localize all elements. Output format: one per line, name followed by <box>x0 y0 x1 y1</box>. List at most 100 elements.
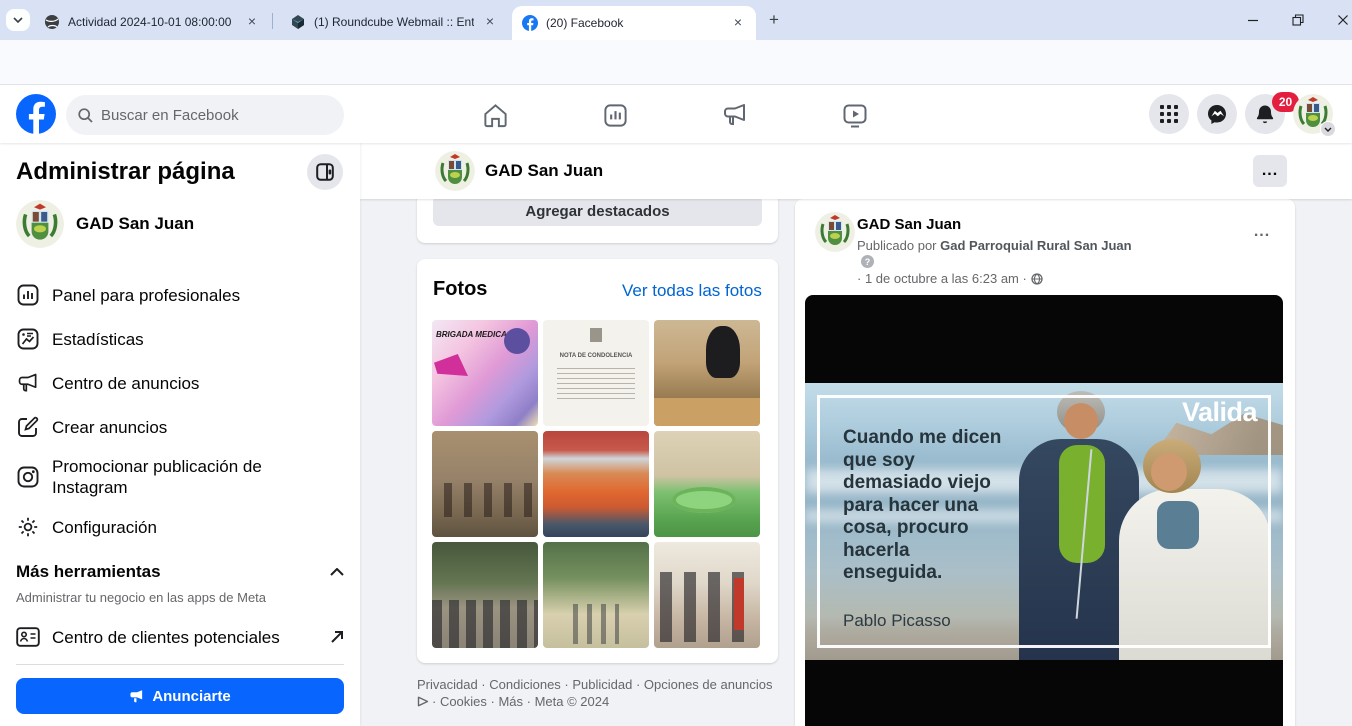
facebook-favicon <box>522 15 538 31</box>
post-more-button[interactable]: ... <box>1246 218 1278 246</box>
window-close-button[interactable] <box>1328 8 1352 32</box>
more-tools-title: Más herramientas <box>16 562 161 582</box>
photo-thumbnail-crowd-trees[interactable] <box>432 542 538 648</box>
browser-toolbar: facebook.com/profile.php?id=100068900902… <box>0 40 1352 85</box>
messenger-icon <box>1207 104 1227 124</box>
sidebar-item-label: Centro de clientes potenciales <box>52 627 280 648</box>
post-timestamp[interactable]: · 1 de octubre a las 6:23 am · <box>857 271 1043 286</box>
photo-text: BRIGADA MEDICA <box>436 330 507 339</box>
megaphone-icon <box>721 102 749 128</box>
sidebar-item-boost-instagram[interactable]: Promocionar publicación de Instagram <box>16 449 344 505</box>
facebook-logo[interactable] <box>16 94 56 134</box>
globe-privacy-icon <box>1031 273 1043 285</box>
bell-icon <box>1255 104 1275 125</box>
question-badge[interactable]: ? <box>861 255 874 268</box>
minimize-icon <box>1247 14 1259 26</box>
tab-roundcube[interactable]: (1) Roundcube Webmail :: Entra × <box>280 7 508 36</box>
photo-thumbnail-boat-life-jackets[interactable] <box>543 431 649 537</box>
collapse-sidebar-button[interactable] <box>307 154 343 190</box>
nav-insights-tab[interactable] <box>587 97 643 133</box>
facebook-search[interactable] <box>66 95 344 135</box>
nav-ads-tab[interactable] <box>707 97 763 133</box>
chevron-up-icon <box>330 568 344 576</box>
tab-actividad[interactable]: Actividad 2024-10-01 08:00:00 × <box>34 7 270 36</box>
insights-icon <box>16 327 40 351</box>
tab-close-icon[interactable]: × <box>482 14 498 30</box>
tab-facebook-active[interactable]: (20) Facebook × <box>512 6 756 40</box>
megaphone-icon <box>129 689 145 704</box>
tab-close-icon[interactable]: × <box>730 15 746 31</box>
globe-favicon <box>44 14 60 30</box>
footer-line2[interactable]: · Cookies · Más · Meta © 2024 <box>432 693 609 710</box>
window-minimize-button[interactable] <box>1238 8 1268 32</box>
footer-links: Privacidad · Condiciones · Publicidad · … <box>417 676 778 710</box>
bar-chart-icon <box>602 102 629 129</box>
nav-video-tab[interactable] <box>827 97 883 133</box>
quote-attribution: Pablo Picasso <box>843 611 951 631</box>
browser-window: Actividad 2024-10-01 08:00:00 × (1) Roun… <box>0 0 1352 726</box>
page-crest-avatar <box>16 200 64 248</box>
home-icon <box>482 102 509 129</box>
sidebar-item-label: Panel para profesionales <box>52 285 240 306</box>
new-tab-button[interactable]: + <box>764 10 784 30</box>
chevron-down-icon <box>1324 127 1332 132</box>
sidebar-item-settings[interactable]: Configuración <box>16 505 344 549</box>
apps-grid-icon <box>1160 105 1178 123</box>
advertise-button-label: Anunciarte <box>152 688 230 705</box>
tab-strip: Actividad 2024-10-01 08:00:00 × (1) Roun… <box>0 0 1352 40</box>
post-image[interactable]: Valida Cuando me dicen que soy demasiado… <box>805 295 1283 726</box>
create-ads-icon <box>16 415 40 439</box>
beach-photo: Valida Cuando me dicen que soy demasiado… <box>805 383 1283 660</box>
more-tools-subtitle: Administrar tu negocio en las apps de Me… <box>16 590 266 605</box>
roundcube-favicon <box>290 14 306 30</box>
dashboard-icon <box>16 283 40 307</box>
post-author-avatar[interactable] <box>815 212 855 252</box>
sidebar-page-row[interactable]: GAD San Juan <box>16 200 344 248</box>
photo-thumbnail-pavilion-group[interactable] <box>432 431 538 537</box>
advertise-button[interactable]: Anunciarte <box>16 678 344 714</box>
sidebar-panel-icon <box>316 163 334 181</box>
photo-grid: BRIGADA MEDICA NOTA DE CONDOLENCIA <box>432 320 762 648</box>
photo-thumbnail-indoor-greeting[interactable] <box>654 542 760 648</box>
admin-sidebar: Administrar página GAD San Juan Panel pa… <box>0 143 360 726</box>
nav-home-tab[interactable] <box>467 97 523 133</box>
search-input[interactable] <box>101 107 311 124</box>
photo-thumbnail-condolencia[interactable]: NOTA DE CONDOLENCIA <box>543 320 649 426</box>
tab-title: (1) Roundcube Webmail :: Entra <box>314 15 474 29</box>
sidebar-item-label: Configuración <box>52 517 157 538</box>
post-byline-page[interactable]: Gad Parroquial Rural San Juan <box>940 238 1131 253</box>
add-featured-button[interactable]: Agregar destacados <box>433 196 762 226</box>
tab-title: Actividad 2024-10-01 08:00:00 <box>68 15 236 29</box>
contact-card-icon <box>16 625 40 649</box>
sidebar-title: Administrar página <box>16 158 235 186</box>
page-crest-avatar[interactable] <box>435 151 475 191</box>
tab-search-button[interactable] <box>6 9 30 31</box>
photo-thumbnail-sculpture-room[interactable] <box>654 320 760 426</box>
facebook-logo-icon <box>16 94 56 134</box>
photo-thumbnail-brigada-medica[interactable]: BRIGADA MEDICA <box>432 320 538 426</box>
sidebar-item-ads-center[interactable]: Centro de anuncios <box>16 361 344 405</box>
photo-thumbnail-park-path[interactable] <box>543 542 649 648</box>
footer-line1[interactable]: Privacidad · Condiciones · Publicidad · … <box>417 676 778 693</box>
messenger-button[interactable] <box>1197 94 1237 134</box>
account-menu-chevron[interactable] <box>1320 121 1336 137</box>
sidebar-item-leads-center[interactable]: Centro de clientes potenciales <box>16 615 344 659</box>
post-byline: Publicado por Gad Parroquial Rural San J… <box>857 238 1132 253</box>
apps-menu-button[interactable] <box>1149 94 1189 134</box>
more-tools-toggle[interactable]: Más herramientas <box>16 562 344 582</box>
page-header-more-button[interactable]: ... <box>1253 155 1287 187</box>
restore-icon <box>1292 14 1304 26</box>
sidebar-item-professional-dashboard[interactable]: Panel para profesionales <box>16 273 344 317</box>
photo-thumbnail-model-table[interactable] <box>654 431 760 537</box>
tab-close-icon[interactable]: × <box>244 14 260 30</box>
window-restore-button[interactable] <box>1283 8 1313 32</box>
sidebar-item-insights[interactable]: Estadísticas <box>16 317 344 361</box>
see-all-photos-link[interactable]: Ver todas las fotos <box>622 281 762 301</box>
sidebar-item-create-ads[interactable]: Crear anuncios <box>16 405 344 449</box>
post-author-name[interactable]: GAD San Juan <box>857 216 961 233</box>
photos-title: Fotos <box>433 278 487 301</box>
close-icon <box>1337 14 1349 26</box>
page-sticky-header: GAD San Juan <box>360 143 1352 199</box>
photo-text: NOTA DE CONDOLENCIA <box>543 352 649 361</box>
sidebar-item-label: Promocionar publicación de Instagram <box>52 456 284 498</box>
